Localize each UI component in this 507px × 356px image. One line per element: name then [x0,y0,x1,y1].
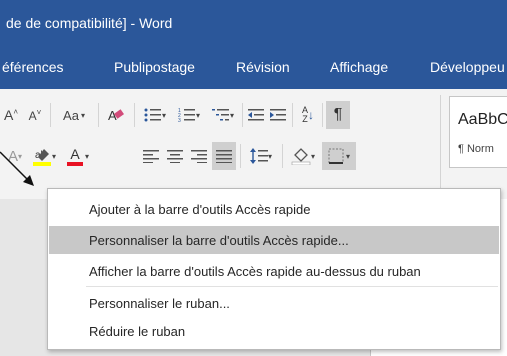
align-left-icon [143,150,159,163]
separator [322,103,323,127]
grow-font-button[interactable]: A˄ [2,103,20,127]
multilevel-list-button[interactable]: ▾ [208,103,238,127]
align-right-icon [191,150,207,163]
line-spacing-icon [249,148,268,164]
change-case-label: Aa [63,107,79,123]
line-spacing-button[interactable]: ▾ [244,144,278,168]
shrink-font-button[interactable]: A˅ [26,103,44,127]
shrink-font-icon: A˅ [28,107,42,123]
increase-indent-icon [270,109,286,121]
font-color-icon: A [66,146,83,166]
justify-icon [216,150,232,163]
sort-button[interactable]: AZ ↓ [296,103,320,127]
separator [440,95,441,195]
svg-text:3: 3 [178,118,181,123]
tab-view[interactable]: Affichage [330,59,388,75]
bullets-icon [144,108,161,122]
ribbon-tabs: éférences Publipostage Révision Affichag… [0,43,507,89]
style-normal[interactable]: AaBbC ¶ Norm [449,96,507,168]
show-formatting-marks-button[interactable]: ¶ [326,101,350,129]
align-right-button[interactable] [188,144,210,168]
numbering-button[interactable]: 123 ▾ [174,103,204,127]
menu-item-customize-quick-access[interactable]: Personnaliser la barre d'outils Accès ra… [89,229,349,251]
grow-font-icon: A˄ [3,107,18,123]
align-center-icon [167,150,183,163]
decrease-indent-icon [248,109,264,121]
bullets-button[interactable]: ▾ [140,103,170,127]
ribbon: A˄ A˅ Aa ▾ A ▾ 123 ▾ ▾ AZ ↓ ¶ A ▾ ▾ A ▾ … [0,89,507,200]
window-title: de de compatibilité] - Word [6,15,173,31]
title-bar: de de compatibilité] - Word [0,0,507,43]
separator [282,144,283,168]
menu-item-collapse-ribbon[interactable]: Réduire le ruban [89,320,185,342]
chevron-down-icon: ▾ [229,110,234,120]
chevron-down-icon: ▾ [310,151,315,161]
separator [240,144,241,168]
eraser-icon: A [108,108,124,123]
change-case-button[interactable]: Aa ▾ [56,103,92,127]
align-left-button[interactable] [140,144,162,168]
font-color-button[interactable]: A ▾ [62,144,94,168]
borders-icon [328,148,344,164]
chevron-down-icon: ▾ [80,110,85,120]
chevron-down-icon: ▾ [345,151,350,161]
separator [134,103,135,127]
numbering-icon: 123 [178,108,195,123]
pilcrow-icon: ¶ [333,106,343,123]
chevron-down-icon: ▾ [161,110,166,120]
sort-arrow-icon: ↓ [308,108,314,122]
chevron-down-icon: ▾ [51,151,56,161]
increase-indent-button[interactable] [268,103,288,127]
chevron-down-icon: ▾ [84,151,89,161]
menu-item-show-quick-access-above[interactable]: Afficher la barre d'outils Accès rapide … [89,260,421,282]
clear-formatting-button[interactable]: A [104,103,128,127]
decrease-indent-button[interactable] [246,103,266,127]
pointer-arrow-icon [0,151,34,186]
justify-button[interactable] [212,142,236,170]
tab-review[interactable]: Révision [236,59,290,75]
shading-button[interactable]: ▾ [286,144,320,168]
tab-references[interactable]: éférences [2,59,63,75]
menu-separator [86,286,498,287]
tab-mailings[interactable]: Publipostage [114,59,195,75]
chevron-down-icon: ▾ [267,151,272,161]
paint-bucket-icon [291,148,311,165]
separator [292,103,293,127]
align-center-button[interactable] [164,144,186,168]
separator [50,103,51,127]
borders-button[interactable]: ▾ [322,142,356,170]
separator [242,103,243,127]
menu-item-customize-ribbon[interactable]: Personnaliser le ruban... [89,292,230,314]
style-sample-text: AaBbC [458,111,507,128]
menu-item-add-to-quick-access[interactable]: Ajouter à la barre d'outils Accès rapide [89,198,310,220]
tab-developer[interactable]: Développeu [430,59,505,75]
ribbon-context-menu: Ajouter à la barre d'outils Accès rapide… [47,188,501,350]
multilevel-list-icon [211,109,229,121]
chevron-down-icon: ▾ [195,110,200,120]
style-name-label: ¶ Norm [458,143,494,155]
separator [98,103,99,127]
